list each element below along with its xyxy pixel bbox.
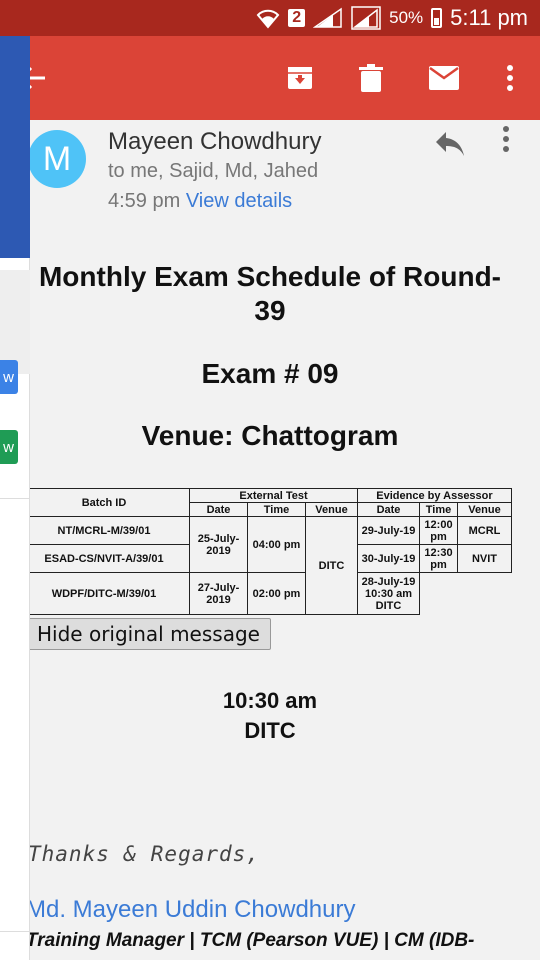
drawer-header: [0, 36, 30, 258]
header-date: Date: [189, 502, 248, 517]
schedule-table: Batch ID External Test Evidence by Asses…: [30, 488, 512, 615]
time-cell: 02:00 pm: [247, 572, 306, 615]
email-panel: M Mayeen Chowdhury to me, Sajid, Md, Jah…: [30, 36, 540, 960]
more-vert-icon[interactable]: [492, 60, 528, 96]
signal-icon-2: [351, 6, 381, 30]
ev-time-cell: 12:30 pm: [419, 544, 458, 573]
signal-icon: [313, 7, 343, 29]
ev-date-cell: 29-July-19: [357, 516, 420, 545]
venue-cell: DITC: [305, 516, 358, 615]
drawer-chip-blue[interactable]: w: [0, 360, 18, 394]
drawer-divider: [0, 498, 30, 499]
trailing-venue: DITC: [244, 718, 296, 743]
sent-time-line: 4:59 pm View details: [108, 190, 292, 213]
sender-name: Mayeen Chowdhury: [108, 128, 322, 155]
archive-icon[interactable]: [282, 60, 318, 96]
ev-venue-cell: NVIT: [457, 544, 512, 573]
hide-original-message-button[interactable]: Hide original message: [30, 618, 271, 650]
date-cell: 27-July-2019: [189, 572, 248, 615]
view-details-link[interactable]: View details: [186, 190, 292, 212]
regards-text: Thanks & Regards,: [30, 842, 260, 866]
battery-icon: [431, 8, 443, 28]
batch-id-cell: NT/MCRL-M/39/01: [30, 516, 190, 545]
email-title: Monthly Exam Schedule of Round-39: [38, 261, 501, 326]
trailing-time: 10:30 am: [222, 688, 318, 713]
table-row: NT/MCRL-M/39/01 25-July-2019 04:00 pm DI…: [30, 516, 512, 615]
header-ev-venue: Venue: [457, 502, 512, 517]
exam-number: Exam # 09: [201, 358, 339, 389]
header-batch-id: Batch ID: [30, 488, 190, 517]
recipients: to me, Sajid, Md, Jahed: [108, 160, 319, 182]
batch-id-cell: ESAD-CS/NVIT-A/39/01: [30, 544, 190, 573]
reply-icon[interactable]: [434, 130, 466, 158]
mail-icon[interactable]: [426, 60, 462, 96]
table-header-row: Batch ID External Test Evidence by Asses…: [30, 488, 512, 517]
date-cell: 25-July-2019: [189, 516, 248, 573]
ev-time-cell: 12:00 pm: [419, 516, 458, 545]
drawer-divider: [0, 931, 30, 932]
trash-icon[interactable]: [353, 60, 389, 96]
ev-combined-cell: 28-July-19 10:30 am DITC: [357, 572, 420, 615]
avatar[interactable]: M: [30, 130, 86, 188]
ev-venue-cell: MCRL: [457, 516, 512, 545]
header-time: Time: [247, 502, 306, 517]
more-vert-icon[interactable]: [502, 126, 518, 156]
clock: 5:11 pm: [450, 5, 528, 30]
navigation-drawer: w w: [0, 36, 30, 960]
app-bar: [30, 36, 540, 120]
back-arrow-icon[interactable]: [30, 60, 50, 96]
header-ev-time: Time: [419, 502, 458, 517]
status-bar: 2 50% 5:11 pm: [0, 0, 540, 36]
header-venue: Venue: [305, 502, 358, 517]
signature-title: Training Manager | TCM (Pearson VUE) | C…: [30, 930, 475, 951]
ev-date-cell: 30-July-19: [357, 544, 420, 573]
batch-id-cell: WDPF/DITC-M/39/01: [30, 572, 190, 615]
header-evidence: Evidence by Assessor: [357, 488, 512, 503]
signature-name-link[interactable]: Md. Mayeen Uddin Chowdhury: [30, 896, 356, 924]
sim-indicator: 2: [288, 9, 306, 27]
header-ev-date: Date: [357, 502, 420, 517]
wifi-icon: [256, 7, 280, 29]
drawer-chip-green[interactable]: w: [0, 430, 18, 464]
sender-header: M Mayeen Chowdhury to me, Sajid, Md, Jah…: [30, 120, 540, 224]
header-external-test: External Test: [189, 488, 358, 503]
battery-percent: 50%: [389, 8, 424, 27]
table-row: WDPF/DITC-M/39/01 27-July-2019 02:00 pm …: [30, 572, 512, 615]
sent-time: 4:59 pm: [108, 190, 181, 212]
drawer-selected-item[interactable]: [0, 270, 30, 374]
venue-heading: Venue: Chattogram: [141, 420, 399, 451]
time-cell: 04:00 pm: [247, 516, 306, 573]
